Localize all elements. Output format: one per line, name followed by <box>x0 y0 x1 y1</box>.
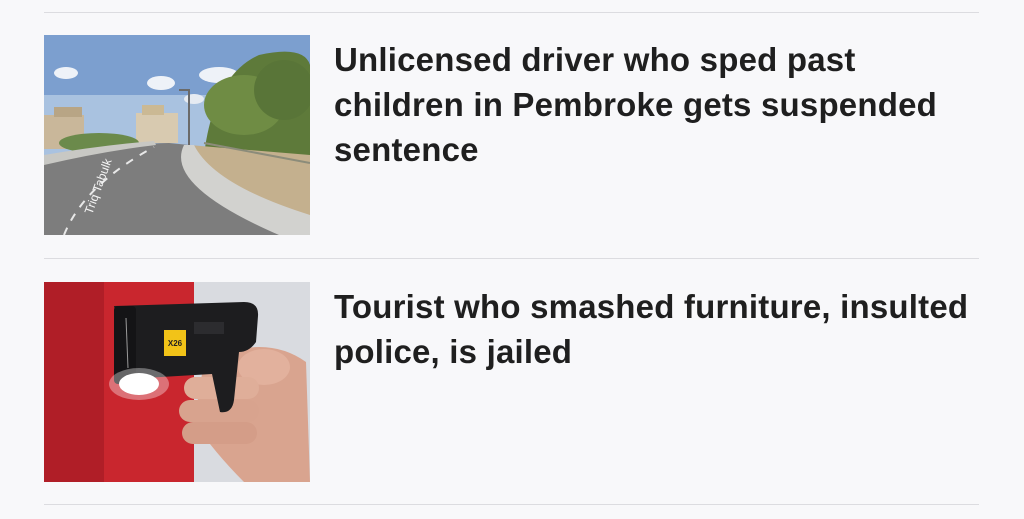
taser-photo: X26 <box>44 282 310 482</box>
article-thumbnail-taser[interactable]: X26 <box>44 282 310 482</box>
article-headline[interactable]: Tourist who smashed furniture, insulted … <box>334 284 974 374</box>
taser-label: X26 <box>168 339 183 348</box>
road-photo: Triq Tabulk <box>44 35 310 235</box>
article-headline[interactable]: Unlicensed driver who sped past children… <box>334 37 974 172</box>
article-card-pembroke[interactable]: Triq Tabulk Unlicensed driver who sped p… <box>44 35 979 235</box>
divider-bottom <box>44 504 979 505</box>
article-card-tourist[interactable]: X26 Tourist who smashed furniture, insul… <box>44 282 979 482</box>
article-thumbnail-road[interactable]: Triq Tabulk <box>44 35 310 235</box>
divider-middle <box>44 258 979 259</box>
divider-top <box>44 12 979 13</box>
